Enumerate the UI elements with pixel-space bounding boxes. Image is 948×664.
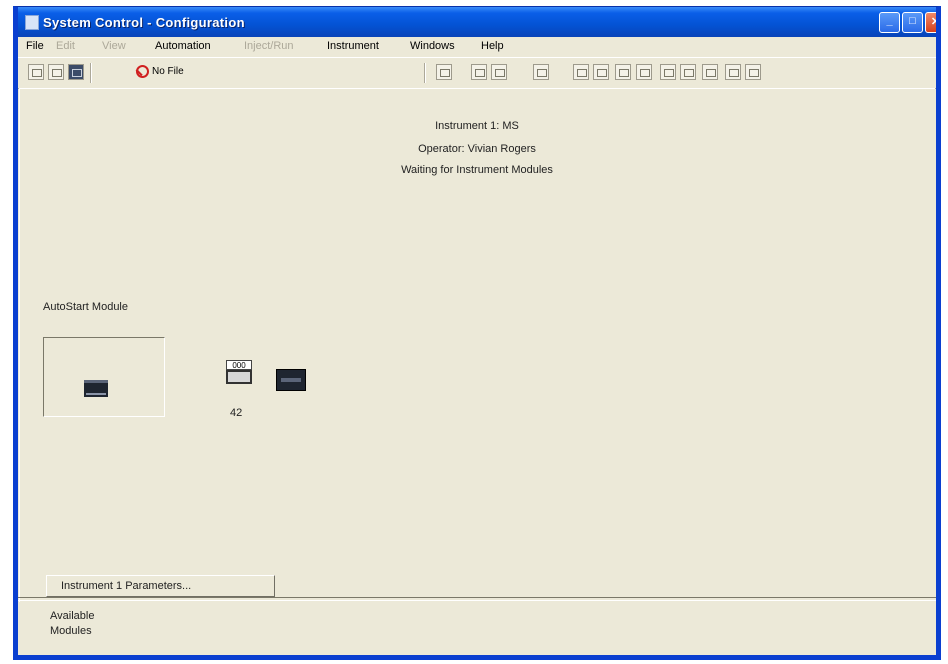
device-number: 42 — [230, 407, 243, 419]
toolbar-separator — [424, 63, 426, 83]
close-button[interactable]: ✕ — [925, 12, 941, 33]
tune-icon[interactable] — [636, 64, 652, 80]
menu-edit[interactable]: Edit — [56, 40, 75, 52]
maximize-icon: □ — [909, 15, 916, 27]
close-icon: ✕ — [930, 16, 941, 28]
status-icon[interactable] — [702, 64, 718, 80]
available-label-line1: Available — [50, 610, 95, 622]
no-file-button[interactable]: No File — [136, 65, 184, 78]
maximize-button[interactable]: □ — [902, 12, 923, 33]
status-message: Waiting for Instrument Modules — [401, 164, 553, 176]
monitor-icon[interactable] — [660, 64, 676, 80]
main-window: System Control - Configuration _ □ ✕ Fil… — [13, 6, 941, 660]
module-icon[interactable] — [84, 380, 108, 397]
menu-windows[interactable]: Windows — [410, 40, 455, 52]
module-icon[interactable] — [276, 369, 306, 391]
menu-automation[interactable]: Automation — [155, 40, 211, 52]
divider — [18, 597, 936, 601]
method-icon[interactable] — [471, 64, 487, 80]
window-title: System Control - Configuration — [43, 15, 245, 30]
instrument-parameters-button[interactable]: Instrument 1 Parameters... — [46, 575, 275, 597]
acquire-icon[interactable] — [615, 64, 631, 80]
instrument-device-icon[interactable]: 000 — [226, 360, 252, 388]
menu-inject-run[interactable]: Inject/Run — [244, 40, 294, 52]
menu-bar: File Edit View Automation Inject/Run Ins… — [18, 37, 936, 57]
inject-icon[interactable] — [573, 64, 589, 80]
play-icon[interactable] — [725, 64, 741, 80]
sequence-icon[interactable] — [491, 64, 507, 80]
no-file-label: No File — [152, 66, 184, 77]
report-icon[interactable] — [533, 64, 549, 80]
instrument-label: Instrument 1: MS — [435, 120, 519, 132]
menu-help[interactable]: Help — [481, 40, 504, 52]
stop-icon[interactable] — [745, 64, 761, 80]
app-icon — [25, 15, 39, 30]
save-icon[interactable] — [68, 64, 84, 80]
operator-label: Operator: Vivian Rogers — [418, 143, 536, 155]
toolbar-separator — [90, 63, 92, 83]
calibrate-icon[interactable] — [680, 64, 696, 80]
device-caption: 000 — [226, 360, 252, 370]
autostart-label: AutoStart Module — [43, 301, 128, 313]
available-label-line2: Modules — [50, 625, 92, 637]
available-modules-label: Available Modules — [50, 609, 94, 639]
open-icon[interactable] — [28, 64, 44, 80]
menu-file[interactable]: File — [26, 40, 44, 52]
autostart-module-box[interactable] — [43, 337, 165, 417]
no-entry-icon — [136, 65, 149, 78]
menu-instrument[interactable]: Instrument — [327, 40, 379, 52]
minimize-icon: _ — [886, 15, 893, 27]
queue-icon[interactable] — [593, 64, 609, 80]
print-icon[interactable] — [48, 64, 64, 80]
title-bar[interactable]: System Control - Configuration _ □ ✕ — [18, 7, 941, 37]
minimize-button[interactable]: _ — [879, 12, 900, 33]
view-icon[interactable] — [436, 64, 452, 80]
toolbar: No File — [18, 57, 936, 89]
device-screen-icon — [226, 370, 252, 384]
menu-view[interactable]: View — [102, 40, 126, 52]
